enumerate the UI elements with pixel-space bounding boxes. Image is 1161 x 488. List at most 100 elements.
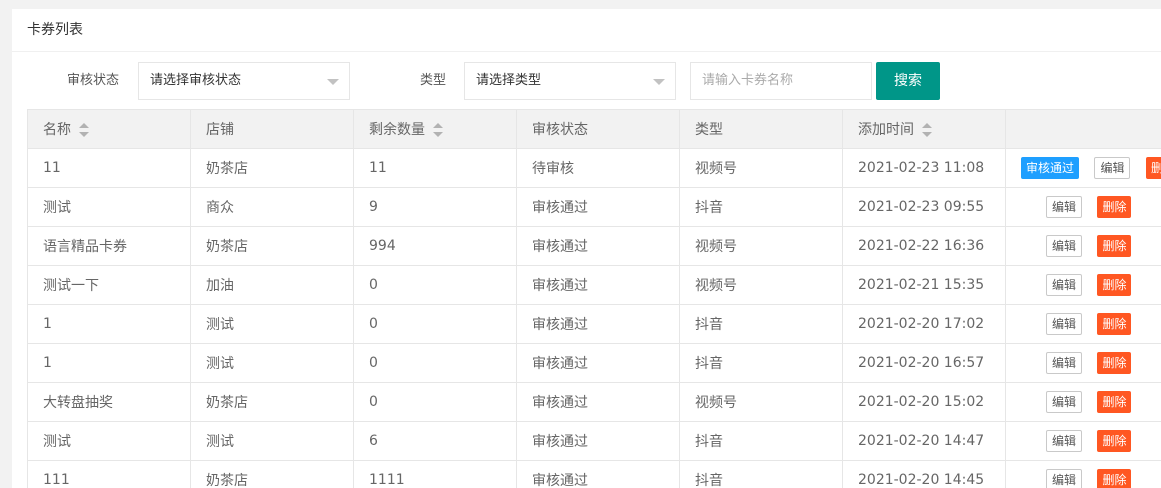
cell-status: 审核通过 bbox=[516, 226, 680, 266]
cell-actions: 编辑 删除 bbox=[1005, 187, 1161, 227]
delete-button[interactable]: 删除 bbox=[1097, 391, 1132, 413]
edit-button[interactable]: 编辑 bbox=[1046, 196, 1083, 218]
cell-remaining: 994 bbox=[353, 226, 517, 266]
col-status-header: 审核状态 bbox=[516, 109, 680, 149]
cell-remaining: 0 bbox=[353, 265, 517, 305]
sort-icon[interactable] bbox=[79, 123, 89, 137]
cell-name: 11 bbox=[27, 148, 191, 188]
cell-remaining: 0 bbox=[353, 304, 517, 344]
cell-name: 111 bbox=[27, 460, 191, 488]
delete-button[interactable]: 删除 bbox=[1097, 235, 1132, 257]
cell-shop: 奶茶店 bbox=[190, 148, 354, 188]
cell-remaining: 0 bbox=[353, 382, 517, 422]
cell-remaining: 6 bbox=[353, 421, 517, 461]
status-filter-label: 审核状态 bbox=[67, 73, 120, 88]
cell-actions: 编辑 删除 bbox=[1005, 226, 1161, 266]
delete-button[interactable]: 删除 bbox=[1097, 196, 1132, 218]
delete-button[interactable]: 删除 bbox=[1145, 157, 1161, 179]
coupon-name-placeholder: 请输入卡券名称 bbox=[702, 73, 794, 88]
cell-shop: 商众 bbox=[190, 187, 354, 227]
sort-icon[interactable] bbox=[922, 123, 932, 137]
cell-status: 审核通过 bbox=[516, 460, 680, 488]
cell-time: 2021-02-22 16:36 bbox=[842, 226, 1006, 266]
cell-status: 审核通过 bbox=[516, 382, 680, 422]
cell-actions: 编辑 删除 bbox=[1005, 343, 1161, 383]
cell-status: 审核通过 bbox=[516, 421, 680, 461]
status-select[interactable]: 请选择审核状态 bbox=[138, 62, 350, 100]
cell-time: 2021-02-20 16:57 bbox=[842, 343, 1006, 383]
col-type-header: 类型 bbox=[679, 109, 843, 149]
approve-button[interactable]: 审核通过 bbox=[1021, 157, 1080, 179]
cell-time: 2021-02-20 15:02 bbox=[842, 382, 1006, 422]
cell-remaining: 9 bbox=[353, 187, 517, 227]
table-row: 测试一下 加油 0 审核通过 视频号 2021-02-21 15:35 编辑 删… bbox=[27, 265, 1161, 305]
col-time-header[interactable]: 添加时间 bbox=[842, 109, 1006, 149]
card-title: 卡券列表 bbox=[12, 9, 1161, 52]
cell-shop: 测试 bbox=[190, 304, 354, 344]
cell-status: 待审核 bbox=[516, 148, 680, 188]
cell-time: 2021-02-23 09:55 bbox=[842, 187, 1006, 227]
table-row: 测试 商众 9 审核通过 抖音 2021-02-23 09:55 编辑 删除 bbox=[27, 187, 1161, 227]
delete-button[interactable]: 删除 bbox=[1097, 352, 1132, 374]
cell-actions: 编辑 删除 bbox=[1005, 421, 1161, 461]
cell-name: 测试一下 bbox=[27, 265, 191, 305]
cell-time: 2021-02-20 14:45 bbox=[842, 460, 1006, 488]
delete-button[interactable]: 删除 bbox=[1097, 313, 1132, 335]
status-select-value: 请选择审核状态 bbox=[150, 73, 242, 88]
cell-actions: 编辑 删除 bbox=[1005, 382, 1161, 422]
cell-name: 1 bbox=[27, 343, 191, 383]
col-remaining-header[interactable]: 剩余数量 bbox=[353, 109, 517, 149]
chevron-down-icon bbox=[653, 79, 665, 85]
cell-actions: 编辑 删除 bbox=[1005, 265, 1161, 305]
delete-button[interactable]: 删除 bbox=[1097, 430, 1132, 452]
table-row: 111 奶茶店 1111 审核通过 抖音 2021-02-20 14:45 编辑… bbox=[27, 460, 1161, 488]
cell-name: 语言精品卡券 bbox=[27, 226, 191, 266]
filter-bar: 审核状态 请选择审核状态 类型 请选择类型 请输入卡券名称 搜索 bbox=[12, 62, 1161, 100]
cell-time: 2021-02-20 14:47 bbox=[842, 421, 1006, 461]
coupon-name-input[interactable]: 请输入卡券名称 bbox=[690, 62, 872, 100]
cell-shop: 加油 bbox=[190, 265, 354, 305]
table-row: 1 测试 0 审核通过 抖音 2021-02-20 17:02 编辑 删除 bbox=[27, 304, 1161, 344]
cell-status: 审核通过 bbox=[516, 187, 680, 227]
type-select[interactable]: 请选择类型 bbox=[464, 62, 676, 100]
cell-actions: 编辑 删除 bbox=[1005, 460, 1161, 488]
edit-button[interactable]: 编辑 bbox=[1046, 274, 1083, 296]
cell-actions: 审核通过 编辑 删除 bbox=[1005, 148, 1161, 188]
cell-type: 抖音 bbox=[679, 421, 843, 461]
col-shop-header: 店铺 bbox=[190, 109, 354, 149]
table-row: 大转盘抽奖 奶茶店 0 审核通过 视频号 2021-02-20 15:02 编辑… bbox=[27, 382, 1161, 422]
table-row: 1 测试 0 审核通过 抖音 2021-02-20 16:57 编辑 删除 bbox=[27, 343, 1161, 383]
search-button[interactable]: 搜索 bbox=[876, 62, 940, 100]
cell-type: 抖音 bbox=[679, 460, 843, 488]
edit-button[interactable]: 编辑 bbox=[1046, 352, 1083, 374]
edit-button[interactable]: 编辑 bbox=[1046, 391, 1083, 413]
delete-button[interactable]: 删除 bbox=[1097, 274, 1132, 296]
edit-button[interactable]: 编辑 bbox=[1046, 313, 1083, 335]
cell-type: 视频号 bbox=[679, 226, 843, 266]
cell-name: 测试 bbox=[27, 187, 191, 227]
cell-type: 抖音 bbox=[679, 187, 843, 227]
cell-type: 视频号 bbox=[679, 148, 843, 188]
col-name-header[interactable]: 名称 bbox=[27, 109, 191, 149]
sort-icon[interactable] bbox=[433, 123, 443, 137]
cell-shop: 奶茶店 bbox=[190, 226, 354, 266]
cell-shop: 奶茶店 bbox=[190, 382, 354, 422]
edit-button[interactable]: 编辑 bbox=[1094, 157, 1131, 179]
edit-button[interactable]: 编辑 bbox=[1046, 235, 1083, 257]
cell-remaining: 11 bbox=[353, 148, 517, 188]
cell-remaining: 0 bbox=[353, 343, 517, 383]
coupon-list-card: 卡券列表 审核状态 请选择审核状态 类型 请选择类型 请输入卡券名称 搜索 名称… bbox=[12, 9, 1161, 488]
cell-status: 审核通过 bbox=[516, 343, 680, 383]
edit-button[interactable]: 编辑 bbox=[1046, 430, 1083, 452]
cell-name: 测试 bbox=[27, 421, 191, 461]
cell-name: 大转盘抽奖 bbox=[27, 382, 191, 422]
edit-button[interactable]: 编辑 bbox=[1046, 469, 1083, 488]
cell-status: 审核通过 bbox=[516, 265, 680, 305]
cell-time: 2021-02-21 15:35 bbox=[842, 265, 1006, 305]
cell-actions: 编辑 删除 bbox=[1005, 304, 1161, 344]
table-header-row: 名称 店铺 剩余数量 审核状态 类型 添加时间 bbox=[27, 109, 1161, 149]
table-row: 11 奶茶店 11 待审核 视频号 2021-02-23 11:08 审核通过 … bbox=[27, 148, 1161, 188]
delete-button[interactable]: 删除 bbox=[1097, 469, 1132, 488]
cell-shop: 测试 bbox=[190, 421, 354, 461]
cell-time: 2021-02-23 11:08 bbox=[842, 148, 1006, 188]
